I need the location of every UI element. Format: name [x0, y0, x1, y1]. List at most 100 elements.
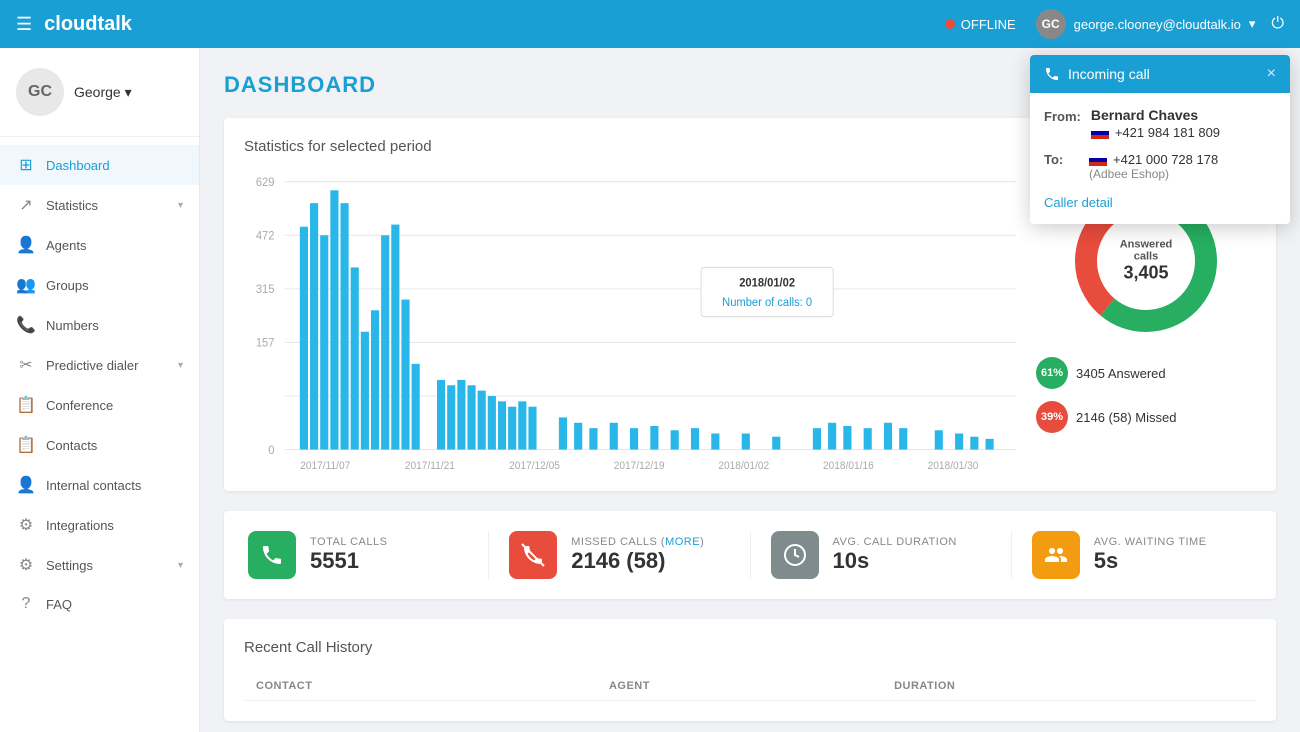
popup-header: Incoming call ×	[1030, 55, 1290, 93]
status-indicator[interactable]: OFFLINE	[945, 17, 1016, 32]
sidebar-item-groups[interactable]: 👥 Groups	[0, 265, 199, 305]
sidebar-item-label: FAQ	[46, 597, 72, 612]
receiver-number: +421 000 728 178	[1113, 152, 1218, 167]
agents-icon: 👤	[16, 235, 36, 255]
stats-row: TOTAL CALLS 5551 MISSED CALLS (MORE) 214…	[224, 511, 1276, 599]
avg-waiting-value: 5s	[1094, 548, 1207, 574]
svg-text:2017/12/19: 2017/12/19	[614, 461, 665, 471]
contacts-icon: 📋	[16, 435, 36, 455]
phone-icon	[1044, 66, 1060, 82]
sidebar-item-settings[interactable]: ⚙ Settings ▾	[0, 545, 199, 585]
popup-from-row: From: Bernard Chaves +421 984 181 809	[1044, 107, 1276, 140]
sidebar-item-statistics[interactable]: ↗ Statistics ▾	[0, 185, 199, 225]
dashboard-icon: ⊞	[16, 155, 36, 175]
answered-circle: 61%	[1036, 357, 1068, 389]
sidebar-item-label: Dashboard	[46, 158, 110, 173]
popup-body: From: Bernard Chaves +421 984 181 809 To…	[1030, 93, 1290, 224]
status-dot-icon	[945, 19, 955, 29]
chart-svg: 629 472 315 157 0 2017/11/07 2017/11/21 …	[244, 171, 1016, 471]
sidebar-item-label: Internal contacts	[46, 478, 141, 493]
receiver-shop: (Adbee Eshop)	[1089, 167, 1218, 181]
svg-text:Number of calls: 0: Number of calls: 0	[722, 297, 812, 309]
sidebar-item-agents[interactable]: 👤 Agents	[0, 225, 199, 265]
groups-icon: 👥	[16, 275, 36, 295]
stat-avg-waiting: AVG. WAITING TIME 5s	[1032, 531, 1252, 579]
integrations-icon: ⚙	[16, 515, 36, 535]
sidebar-item-label: Contacts	[46, 438, 97, 453]
from-label: From:	[1044, 109, 1081, 124]
stat-avg-duration: AVG. CALL DURATION 10s	[771, 531, 1012, 579]
sidebar-item-dashboard[interactable]: ⊞ Dashboard	[0, 145, 199, 185]
sidebar-item-numbers[interactable]: 📞 Numbers	[0, 305, 199, 345]
faq-icon: ?	[16, 595, 36, 613]
statistics-icon: ↗	[16, 195, 36, 215]
svg-text:2018/01/02: 2018/01/02	[739, 277, 795, 289]
chevron-icon: ▾	[178, 560, 183, 571]
svg-text:2018/01/16: 2018/01/16	[823, 461, 874, 471]
user-menu[interactable]: GC george.clooney@cloudtalk.io ▾	[1036, 9, 1256, 39]
total-calls-value: 5551	[310, 548, 387, 574]
svg-text:315: 315	[256, 284, 275, 296]
caller-number-row: +421 984 181 809	[1091, 125, 1220, 140]
sidebar-item-conference[interactable]: 📋 Conference	[0, 385, 199, 425]
col-duration: DURATION	[882, 672, 1256, 701]
svg-text:2017/12/05: 2017/12/05	[509, 461, 560, 471]
popup-title: Incoming call	[1068, 66, 1150, 82]
internal-contacts-icon: 👤	[16, 475, 36, 495]
sidebar-profile: GC George ▾	[0, 48, 199, 137]
caller-detail-link[interactable]: Caller detail	[1044, 191, 1113, 210]
stat-missed-calls: MISSED CALLS (MORE) 2146 (58)	[509, 531, 750, 579]
sidebar-item-label: Predictive dialer	[46, 358, 139, 373]
popup-to-row: To: +421 000 728 178 (Adbee Eshop)	[1044, 150, 1276, 181]
svg-text:157: 157	[256, 337, 275, 349]
more-link[interactable]: MORE	[665, 536, 700, 548]
avatar: GC	[16, 68, 64, 116]
svg-text:0: 0	[268, 445, 274, 457]
predictive-dialer-icon: ✂	[16, 355, 36, 375]
sidebar-item-label: Conference	[46, 398, 113, 413]
hamburger-menu[interactable]: ☰	[16, 14, 32, 35]
history-table: CONTACT AGENT DURATION	[244, 672, 1256, 701]
missed-label: 2146 (58) Missed	[1076, 410, 1176, 425]
sidebar-item-label: Groups	[46, 278, 89, 293]
power-icon[interactable]: ⏻	[1271, 15, 1284, 33]
user-chevron-icon: ▾	[1249, 16, 1256, 32]
col-agent: AGENT	[597, 672, 882, 701]
missed-calls-icon	[509, 531, 557, 579]
avg-duration-icon	[771, 531, 819, 579]
conference-icon: 📋	[16, 395, 36, 415]
popup-close-button[interactable]: ×	[1267, 65, 1276, 83]
sidebar-username: George ▾	[74, 84, 132, 101]
sidebar-item-integrations[interactable]: ⚙ Integrations	[0, 505, 199, 545]
total-calls-icon	[248, 531, 296, 579]
sidebar-item-label: Statistics	[46, 198, 98, 213]
avg-waiting-icon	[1032, 531, 1080, 579]
sidebar-item-faq[interactable]: ? FAQ	[0, 585, 199, 623]
missed-legend: 39% 2146 (58) Missed	[1036, 401, 1256, 433]
svg-text:2018/01/30: 2018/01/30	[928, 461, 979, 471]
chevron-icon: ▾	[178, 200, 183, 211]
recent-call-history: Recent Call History CONTACT AGENT DURATI…	[224, 619, 1276, 721]
answered-legend: 61% 3405 Answered	[1036, 357, 1256, 389]
receiver-number-row: +421 000 728 178	[1089, 152, 1218, 167]
settings-icon: ⚙	[16, 555, 36, 575]
total-calls-label: TOTAL CALLS	[310, 536, 387, 548]
answered-label: 3405 Answered	[1076, 366, 1166, 381]
svg-text:2017/11/07: 2017/11/07	[300, 461, 350, 471]
chevron-icon: ▾	[178, 360, 183, 371]
sidebar-item-contacts[interactable]: 📋 Contacts	[0, 425, 199, 465]
caller-flag	[1091, 127, 1109, 139]
sidebar-item-predictive-dialer[interactable]: ✂ Predictive dialer ▾	[0, 345, 199, 385]
stat-total-calls: TOTAL CALLS 5551	[248, 531, 489, 579]
receiver-flag	[1089, 154, 1107, 166]
svg-text:2018/01/02: 2018/01/02	[718, 461, 769, 471]
avg-waiting-label: AVG. WAITING TIME	[1094, 536, 1207, 548]
svg-text:629: 629	[256, 177, 275, 189]
caller-number: +421 984 181 809	[1115, 125, 1220, 140]
sidebar-nav: ⊞ Dashboard ↗ Statistics ▾ 👤 Agents 👥 Gr…	[0, 137, 199, 732]
user-avatar-small: GC	[1036, 9, 1066, 39]
missed-calls-value: 2146 (58)	[571, 548, 704, 574]
avg-duration-value: 10s	[833, 548, 957, 574]
sidebar-item-internal-contacts[interactable]: 👤 Internal contacts	[0, 465, 199, 505]
incoming-call-popup: Incoming call × From: Bernard Chaves +42…	[1030, 55, 1290, 224]
